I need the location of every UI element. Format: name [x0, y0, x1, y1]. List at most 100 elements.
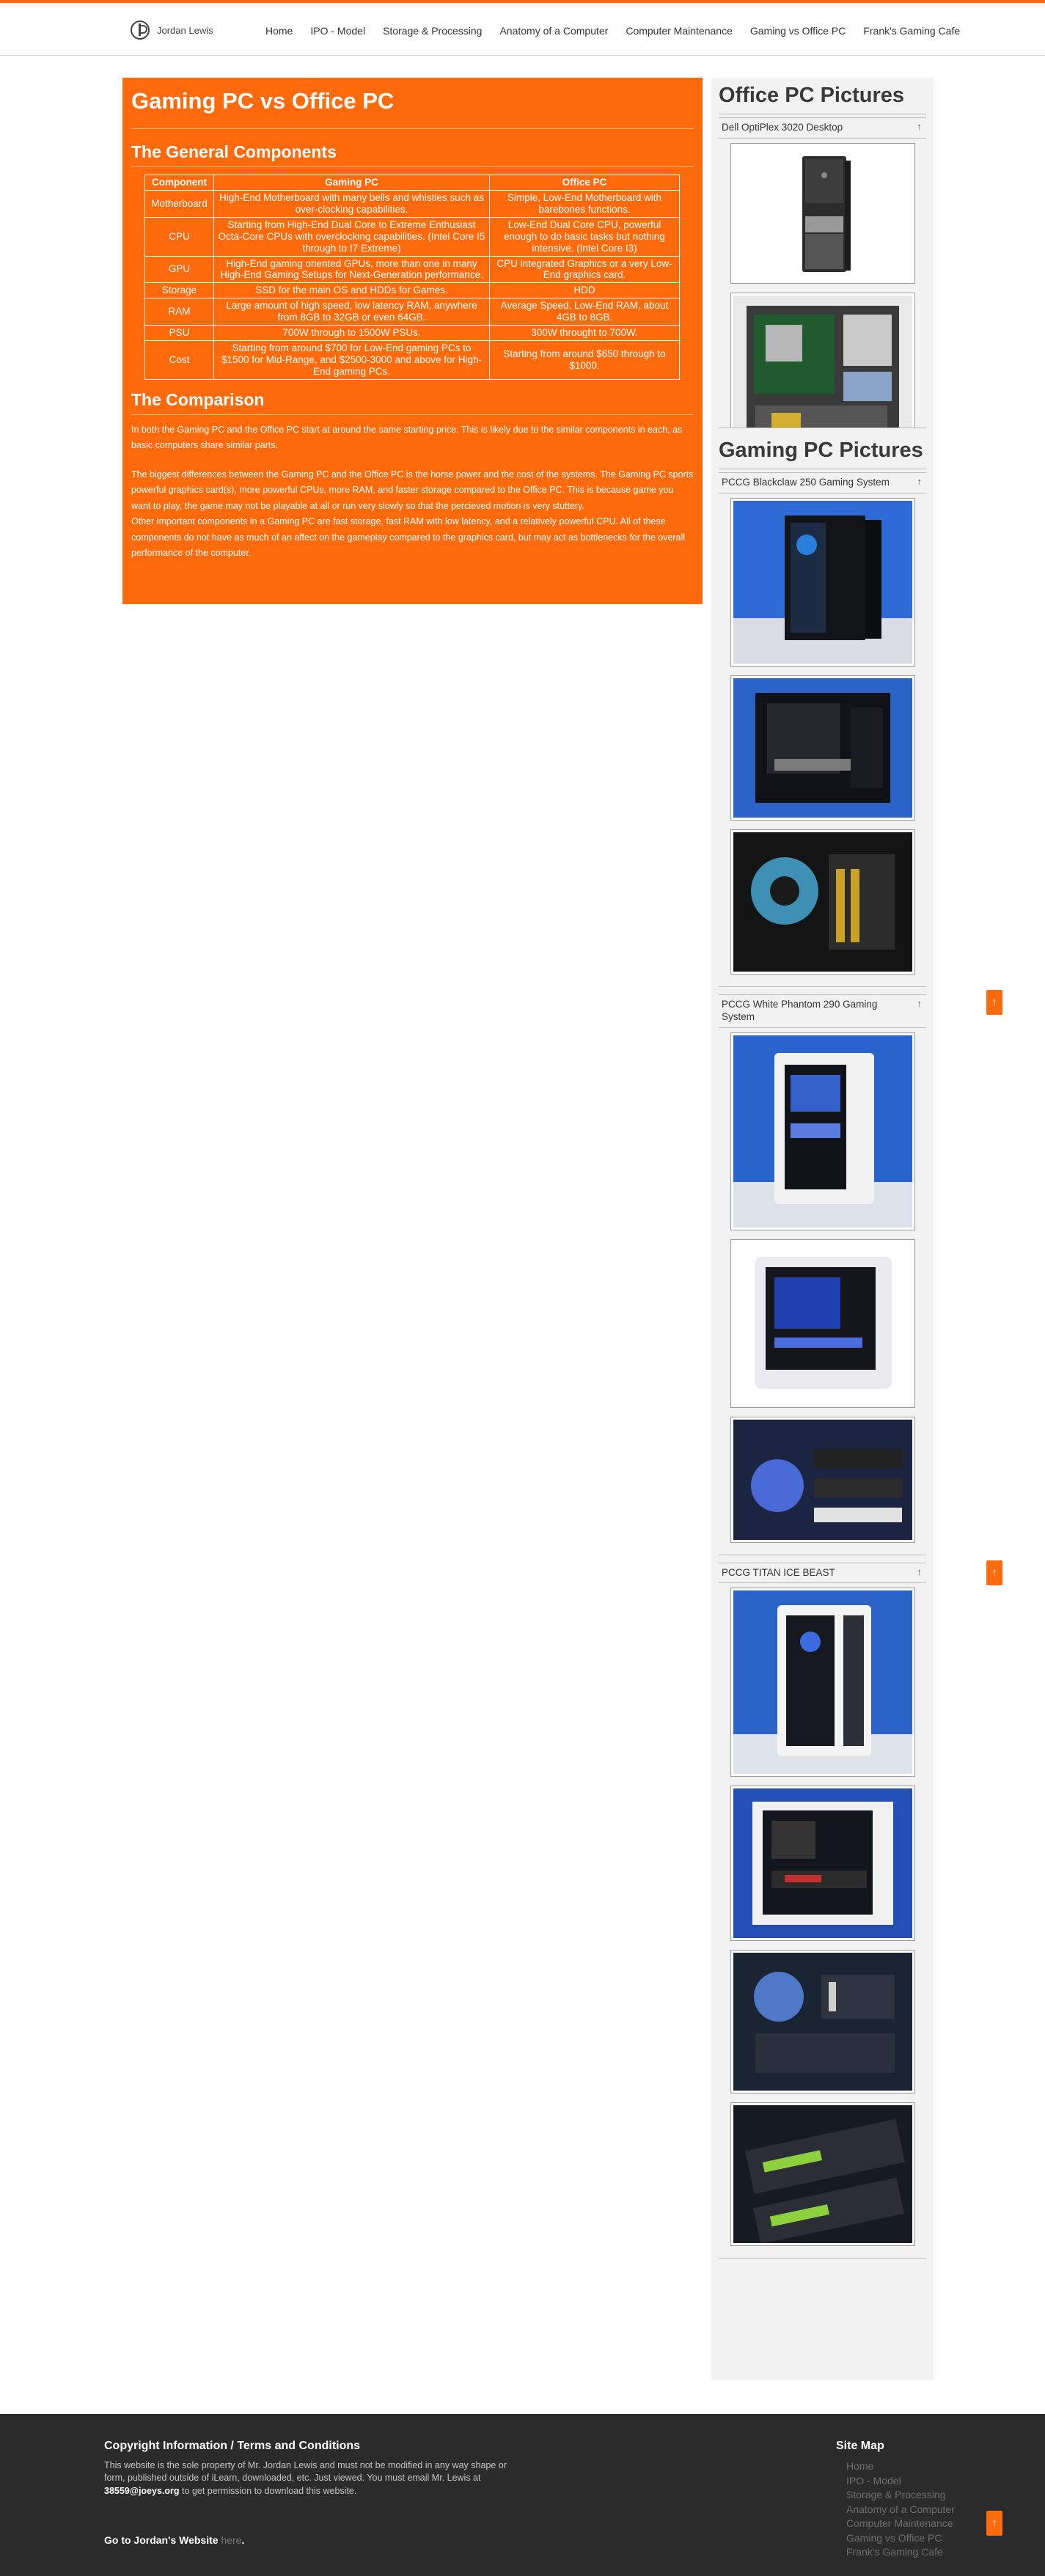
gallery-dell-optiplex: Dell OptiPlex 3020 Desktop ↑ [719, 117, 926, 428]
table-row: GPU High-End gaming oriented GPUs, more … [144, 255, 680, 284]
comparison-paragraph-block: The biggest differences between the Gami… [131, 467, 694, 562]
gallery-image[interactable] [730, 1239, 915, 1408]
gaming-pc-blackclaw-side-image [755, 692, 890, 803]
gallery-photos [719, 1028, 926, 1555]
nav-maintenance[interactable]: Computer Maintenance [617, 25, 741, 37]
table-cell: Large amount of high speed, low latency … [213, 298, 490, 326]
sitemap-link-home[interactable]: Home [846, 2459, 955, 2474]
sitemap-link-maintenance[interactable]: Computer Maintenance [846, 2517, 955, 2531]
gallery-image[interactable] [730, 829, 915, 975]
table-row: RAM Large amount of high speed, low late… [144, 298, 680, 326]
website-link-period: . [241, 2534, 245, 2546]
gaming-pc-blackclaw-board-image [750, 854, 895, 950]
gallery-titan-ice-beast: PCCG TITAN ICE BEAST ↑ [719, 1562, 926, 2259]
table-cell: Simple, Low-End Motherboard with barebon… [489, 189, 680, 218]
sidebar: Office PC Pictures Dell OptiPlex 3020 De… [711, 78, 934, 2380]
nav-franks-gaming-cafe[interactable]: Frank's Gaming Cafe [854, 25, 969, 37]
collapse-arrow-icon[interactable]: ↑ [917, 1566, 923, 1578]
table-cell: HDD [489, 282, 680, 299]
table-cell: Starting from around $650 through to $10… [489, 340, 680, 380]
scroll-to-top-button[interactable]: ↑ [986, 2511, 1002, 2536]
gallery-image[interactable] [730, 1032, 915, 1230]
scroll-to-top-button[interactable]: ↑ [986, 1560, 1002, 1585]
sitemap-link-gaming-vs-office[interactable]: Gaming vs Office PC [846, 2531, 955, 2546]
gallery-image[interactable] [730, 1786, 915, 1942]
gallery-image[interactable] [730, 1588, 915, 1777]
comparison-paragraph: The biggest differences between the Gami… [131, 469, 694, 511]
collapse-arrow-icon[interactable]: ↑ [917, 476, 923, 488]
table-row: Cost Starting from around $700 for Low-E… [144, 340, 680, 380]
gallery-blackclaw: PCCG Blackclaw 250 Gaming System ↑ [719, 471, 926, 987]
scroll-to-top-button[interactable]: ↑ [986, 990, 1002, 1015]
components-heading: The General Components [131, 142, 694, 167]
gallery-photos [719, 493, 926, 986]
collapse-arrow-icon[interactable]: ↑ [917, 998, 923, 1010]
table-row: Motherboard High-End Motherboard with ma… [144, 189, 680, 218]
page-title: Gaming PC vs Office PC [131, 88, 694, 129]
table-cell: High-End gaming oriented GPUs, more than… [213, 255, 490, 284]
gallery-image[interactable] [730, 675, 915, 821]
office-pictures-title: Office PC Pictures [719, 84, 926, 114]
gaming-pc-titan-gpu-image [744, 2119, 905, 2244]
table-cell: Average Speed, Low-End RAM, about 4GB to… [489, 298, 680, 326]
comparison-heading: The Comparison [131, 390, 694, 415]
sitemap-list: Home IPO - Model Storage & Processing An… [846, 2459, 955, 2560]
contact-email[interactable]: 38559@joeys.org [104, 2486, 180, 2496]
nav-storage-processing[interactable]: Storage & Processing [374, 25, 491, 37]
office-pc-tower-image [802, 155, 851, 272]
gallery-header[interactable]: PCCG White Phantom 290 Gaming System ↑ [719, 994, 926, 1028]
table-header-row: Component Gaming PC Office PC [144, 175, 680, 191]
copyright-body: This website is the sole property of Mr.… [104, 2460, 507, 2484]
gallery-header[interactable]: PCCG TITAN ICE BEAST ↑ [719, 1562, 926, 1584]
gallery-title: PCCG White Phantom 290 Gaming System [722, 998, 878, 1022]
office-pc-interior-image [746, 305, 899, 428]
gaming-pc-white-phantom-side-image [755, 1256, 892, 1389]
table-cell: 300W throught to 700W. [489, 325, 680, 342]
website-link-line: Go to Jordan's Website here. [104, 2534, 244, 2546]
table-cell: RAM [144, 298, 214, 326]
table-row: PSU 700W through to 1500W PSUs. 300W thr… [144, 325, 680, 342]
main-content: Gaming PC vs Office PC The General Compo… [122, 78, 703, 604]
site-logo[interactable]: Jordan Lewis [131, 21, 213, 40]
gallery-image[interactable] [730, 2102, 915, 2247]
gallery-header[interactable]: PCCG Blackclaw 250 Gaming System ↑ [719, 471, 926, 493]
sitemap-link-ipo-model[interactable]: IPO - Model [846, 2474, 955, 2489]
table-cell: CPU [144, 216, 214, 257]
gallery-image[interactable] [730, 497, 915, 667]
gaming-pc-blackclaw-image [733, 515, 912, 664]
gallery-image[interactable] [730, 142, 915, 284]
gaming-pc-white-phantom-image [733, 1052, 912, 1228]
nav-gaming-vs-office[interactable]: Gaming vs Office PC [741, 25, 854, 37]
website-here-link[interactable]: here [221, 2534, 241, 2546]
sitemap-link-anatomy[interactable]: Anatomy of a Computer [846, 2503, 955, 2517]
table-header: Office PC [489, 175, 680, 191]
table-cell: PSU [144, 325, 214, 342]
gallery-image[interactable] [730, 292, 915, 428]
sitemap-link-franks-cafe[interactable]: Frank's Gaming Cafe [846, 2545, 955, 2560]
copyright-text: This website is the sole property of Mr.… [104, 2459, 515, 2498]
table-cell: High-End Motherboard with many bells and… [213, 189, 490, 218]
gaming-pc-titan-image [733, 1605, 912, 1775]
collapse-arrow-icon[interactable]: ↑ [917, 121, 923, 133]
table-cell: Motherboard [144, 189, 214, 218]
gallery-image[interactable] [730, 1416, 915, 1543]
table-cell: Storage [144, 282, 214, 299]
nav-home[interactable]: Home [257, 25, 301, 37]
main-nav: Home IPO - Model Storage & Processing An… [257, 25, 969, 37]
table-header: Component [144, 175, 214, 191]
gaming-pc-white-phantom-detail-image [750, 1448, 902, 1522]
gallery-title: PCCG Blackclaw 250 Gaming System [722, 476, 890, 488]
logo-text: Jordan Lewis [157, 24, 213, 36]
gallery-title: Dell OptiPlex 3020 Desktop [722, 122, 843, 133]
table-cell: 700W through to 1500W PSUs. [213, 325, 490, 342]
sitemap-link-storage[interactable]: Storage & Processing [846, 2488, 955, 2503]
nav-anatomy[interactable]: Anatomy of a Computer [491, 25, 617, 37]
gallery-header[interactable]: Dell OptiPlex 3020 Desktop ↑ [719, 117, 926, 139]
nav-ipo-model[interactable]: IPO - Model [301, 25, 374, 37]
website-link-label: Go to Jordan's Website [104, 2534, 219, 2546]
gallery-image[interactable] [730, 1950, 915, 2094]
site-footer: Copyright Information / Terms and Condit… [0, 2414, 1045, 2576]
table-row: Storage SSD for the main OS and HDDs for… [144, 282, 680, 299]
logo-icon [131, 21, 150, 40]
table-cell: CPU integrated Graphics or a very Low-En… [489, 255, 680, 284]
